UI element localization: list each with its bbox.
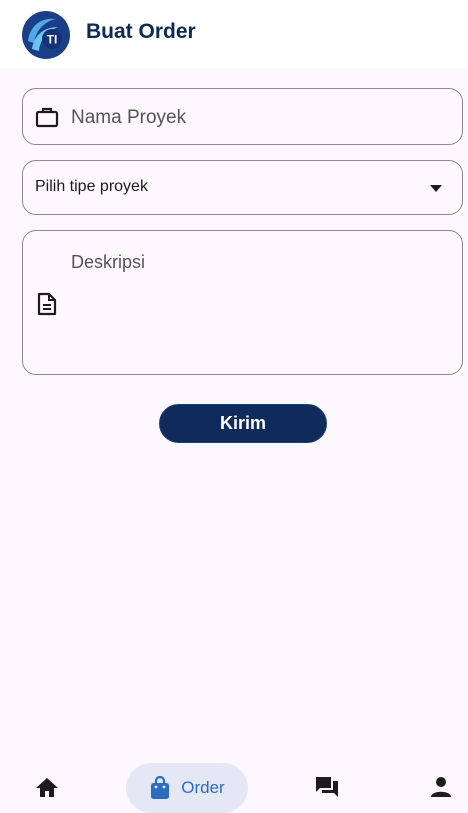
briefcase-icon [35,107,59,128]
document-icon [37,292,57,316]
project-name-field[interactable]: Nama Proyek [22,88,463,145]
bottom-navigation: Order [0,760,468,813]
shopping-bag-icon [151,776,170,799]
home-icon [36,777,58,797]
page-title: Buat Order [86,20,196,43]
project-type-value: Pilih tipe proyek [35,178,148,195]
nav-profile[interactable] [418,760,464,813]
logo-text: TI [47,33,58,47]
app-logo-icon: TI [22,11,70,59]
project-type-select[interactable]: Pilih tipe proyek [22,160,463,215]
submit-button[interactable]: Kirim [159,404,327,443]
app-bar: TI Buat Order [0,0,468,68]
nav-home[interactable] [24,760,70,813]
nav-order-label: Order [181,778,225,797]
nav-chat[interactable] [304,760,350,813]
chat-icon [316,776,338,797]
person-icon [431,776,451,797]
dropdown-arrow-icon [430,185,442,192]
description-placeholder: Deskripsi [71,252,146,272]
nav-order[interactable]: Order [126,763,248,813]
description-field[interactable]: Deskripsi [22,230,463,375]
project-name-placeholder: Nama Proyek [71,107,187,128]
